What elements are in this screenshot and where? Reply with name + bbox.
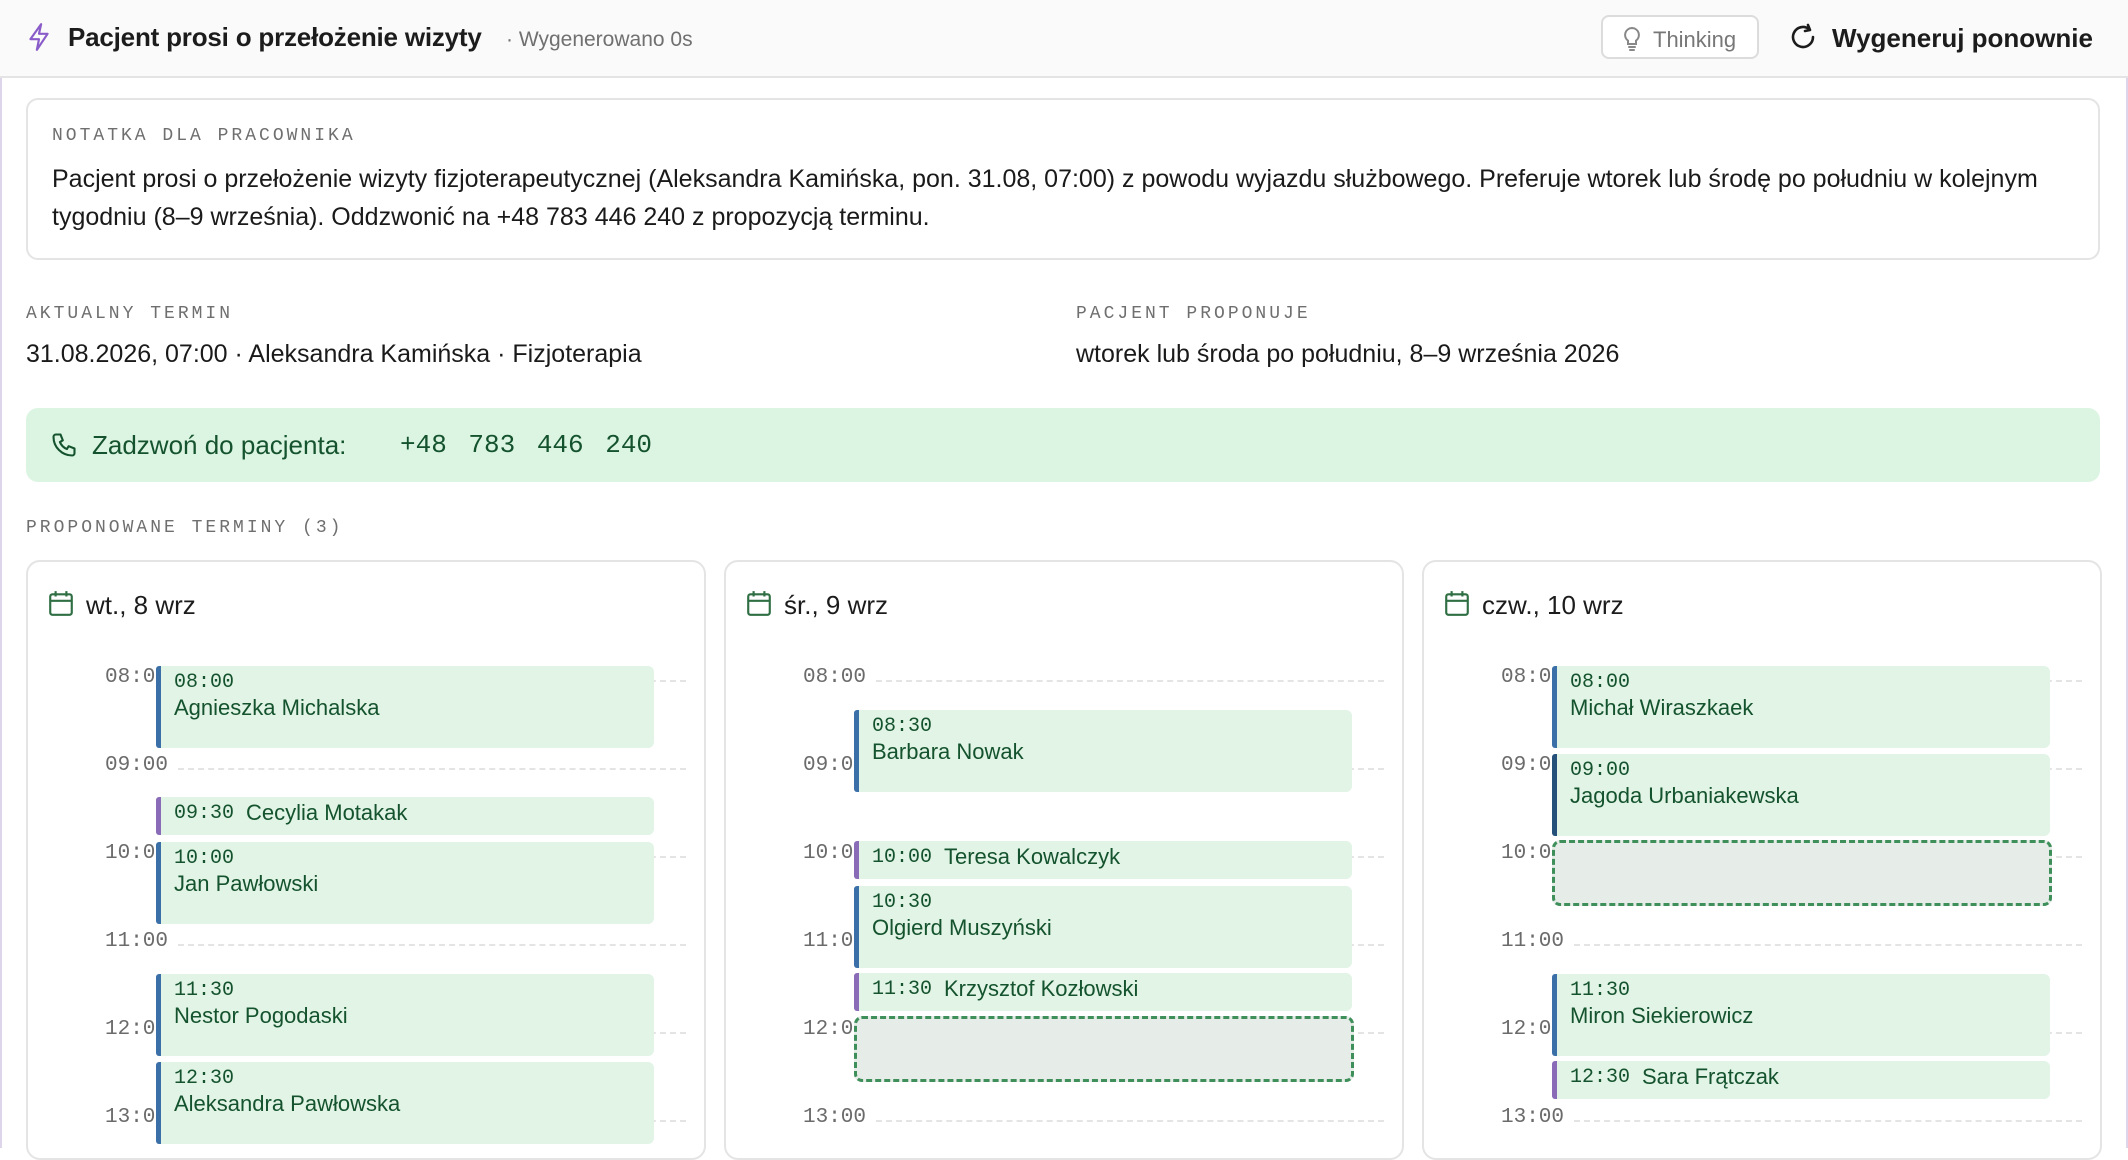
appointment-time: 11:30 [872,978,933,1001]
appointment-patient: Krzysztof Kozłowski [944,976,1139,1001]
day-column-thu: czw., 10 wrz 08:00 09:00 10:00 11:00 12:… [1422,560,2102,1160]
appointment[interactable]: 09:00 Jagoda Urbaniakewska [1552,754,2050,836]
call-patient-button[interactable]: Zadzwoń do pacjenta: +48 783 446 240 [26,408,2100,482]
appointment[interactable]: 11:30 Nestor Pogodaski [156,974,654,1056]
appointment[interactable]: 09:30 Cecylia Motakak [156,797,654,835]
day-column-tue: wt., 8 wrz 08:00 09:00 10:00 11:00 12:00… [26,560,706,1160]
hour-label: 09:00 [1500,754,1564,777]
hour-label: 11:00 [104,930,168,953]
hour-label: 12:00 [1500,1018,1564,1041]
hour-label: 13:00 [1500,1106,1564,1129]
appointment-patient: Barbara Nowak [872,739,1024,764]
hour-label: 08:00 [104,666,168,689]
day-grid: 08:00 09:00 10:00 11:00 12:00 13:00 08:0… [28,666,704,1158]
appointment-patient: Cecylia Motakak [246,800,408,825]
hour-label: 12:00 [802,1018,866,1041]
call-label: Zadzwoń do pacjenta: [92,430,347,460]
phone-icon [52,433,76,457]
appointment-patient: Miron Siekierowicz [1570,1003,1754,1028]
hour-label: 08:00 [1500,666,1564,689]
hour-label: 10:00 [104,842,168,865]
appointment-patient: Teresa Kowalczyk [944,844,1121,869]
appointment-patient: Olgierd Muszyński [872,915,1052,940]
hour-label: 11:00 [1500,930,1564,953]
appointment[interactable]: 10:00 Teresa Kowalczyk [854,841,1352,879]
hour-label: 10:00 [802,842,866,865]
calendar-icon [1445,591,1469,616]
appointment-patient: Agnieszka Michalska [174,695,380,720]
appointment[interactable]: 11:30 Miron Siekierowicz [1552,974,2050,1056]
appointment-patient: Jan Pawłowski [174,871,319,896]
appointment-time: 10:30 [872,891,933,914]
hour-label: 08:00 [802,666,866,689]
appointment[interactable]: 12:30 Aleksandra Pawłowska [156,1062,654,1144]
note-text: Pacjent prosi o przełożenie wizyty fizjo… [52,165,2038,231]
day-grid: 08:00 09:00 10:00 11:00 12:00 13:00 08:3… [726,666,1402,1158]
generated-time: · Wygenerowano 0s [506,28,693,51]
lightbulb-icon [1624,26,1640,51]
hour-label: 13:00 [104,1106,168,1129]
proposed-slots-label: PROPONOWANE TERMINY (3) [26,518,344,538]
current-appointment-label: AKTUALNY TERMIN [26,304,234,324]
appointment-time: 11:30 [1570,979,1631,1002]
day-column-wed: śr., 9 wrz 08:00 09:00 10:00 11:00 12:00… [724,560,1404,1160]
bolt-icon [29,23,49,51]
hour-line [1574,944,2082,946]
appointment-time: 08:00 [1570,671,1631,694]
patient-proposes-label: PACJENT PROPONUJE [1076,304,1311,324]
note-label: NOTATKA DLA PRACOWNIKA [52,126,356,146]
appointment-patient: Aleksandra Pawłowska [174,1091,401,1116]
appointment-time: 11:30 [174,979,235,1002]
day-title: czw., 10 wrz [1482,590,1624,620]
appointment-time: 09:30 [174,802,235,825]
hour-label: 13:00 [802,1106,866,1129]
page-title: Pacjent prosi o przełożenie wizyty [68,22,482,52]
hour-label: 09:00 [104,754,168,777]
refresh-icon [1791,23,1815,49]
calendar-icon [747,591,771,616]
appointment-time: 08:30 [872,715,933,738]
hour-line [876,680,1384,682]
appointment-time: 09:00 [1570,759,1631,782]
appointment[interactable]: 12:30 Sara Frątczak [1552,1061,2050,1099]
calendar-icon [49,591,73,616]
hour-label: 10:00 [1500,842,1564,865]
appointment-patient: Jagoda Urbaniakewska [1570,783,1799,808]
patient-proposes-value: wtorek lub środa po południu, 8–9 wrześn… [1076,340,1620,368]
current-appointment-value: 31.08.2026, 07:00 · Aleksandra Kamińska … [26,340,642,368]
regenerate-label: Wygeneruj ponownie [1832,23,2093,53]
hour-line [178,768,686,770]
hour-line [178,944,686,946]
header: Pacjent prosi o przełożenie wizyty · Wyg… [0,0,2128,78]
call-number[interactable]: +48 783 446 240 [400,430,652,460]
appointment[interactable]: 08:30 Barbara Nowak [854,710,1352,792]
appointment-patient: Nestor Pogodaski [174,1003,348,1028]
proposed-free-slot[interactable] [854,1016,1354,1082]
day-title: wt., 8 wrz [86,590,196,620]
hour-label: 11:00 [802,930,866,953]
staff-note: NOTATKA DLA PRACOWNIKA Pacjent prosi o p… [26,98,2100,260]
appointment-time: 12:30 [1570,1066,1631,1089]
proposed-free-slot[interactable] [1552,840,2052,906]
appointment-patient: Sara Frątczak [1642,1064,1779,1089]
appointment-time: 10:00 [174,847,235,870]
appointment-time: 12:30 [174,1067,235,1090]
appointment-time: 10:00 [872,846,933,869]
appointment[interactable]: 10:00 Jan Pawłowski [156,842,654,924]
appointment[interactable]: 11:30 Krzysztof Kozłowski [854,973,1352,1011]
hour-line [876,1120,1384,1122]
appointment-time: 08:00 [174,671,235,694]
hour-line [1574,1120,2082,1122]
day-grid: 08:00 09:00 10:00 11:00 12:00 13:00 08:0… [1424,666,2100,1158]
appointment[interactable]: 08:00 Agnieszka Michalska [156,666,654,748]
appointment[interactable]: 10:30 Olgierd Muszyński [854,886,1352,968]
thinking-button[interactable]: Thinking [1601,15,1759,59]
thinking-label: Thinking [1653,27,1737,52]
day-title: śr., 9 wrz [784,590,889,620]
appointment[interactable]: 08:00 Michał Wiraszkaek [1552,666,2050,748]
hour-label: 12:00 [104,1018,168,1041]
hour-label: 09:00 [802,754,866,777]
appointment-patient: Michał Wiraszkaek [1570,695,1754,720]
